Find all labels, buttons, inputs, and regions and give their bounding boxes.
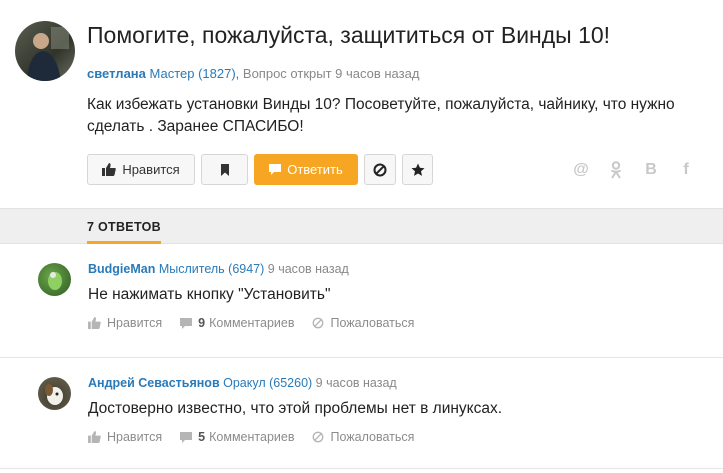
block-icon	[313, 317, 324, 329]
answer-text: Достоверно известно, что этой проблемы н…	[88, 400, 503, 417]
bookmark-button[interactable]	[201, 154, 248, 185]
bookmark-icon	[220, 163, 230, 176]
thumbs-up-icon	[88, 317, 101, 329]
answer-author[interactable]: BudgieMan	[88, 262, 155, 276]
question-status: Вопрос открыт 9 часов назад	[242, 66, 420, 81]
question-body: Как избежать установки Винды 10? Посовет…	[87, 96, 675, 135]
comment-icon	[180, 317, 193, 329]
answer-time: 9 часов назад	[315, 376, 397, 390]
author-name[interactable]: светлана	[87, 66, 146, 81]
report-label: Пожаловаться	[330, 430, 415, 444]
answer-label: Ответить	[287, 162, 343, 177]
answer-actions: Нравится 5 Комментариев Пожаловаться	[88, 430, 432, 444]
answer-text: Не нажимать кнопку "Установить"	[88, 286, 331, 303]
block-icon	[313, 431, 324, 443]
comments-label: Комментариев	[209, 430, 295, 444]
like-button[interactable]: Нравится	[87, 154, 195, 185]
like-label: Нравится	[122, 162, 180, 177]
at-icon[interactable]: @	[571, 160, 591, 180]
vk-icon[interactable]: В	[641, 160, 661, 180]
answer-meta: BudgieMan Мыслитель (6947) 9 часов назад	[88, 262, 349, 276]
answer-rank[interactable]: Мыслитель (6947)	[159, 262, 264, 276]
comments-count: 9	[198, 316, 206, 330]
author-rank[interactable]: Мастер (1827),	[150, 66, 240, 81]
answer-like-label: Нравится	[107, 316, 163, 330]
odnoklassniki-icon[interactable]	[606, 160, 626, 180]
comments-count: 5	[198, 430, 206, 444]
answer-like-button[interactable]: Нравится	[88, 316, 162, 330]
answer-avatar[interactable]	[38, 377, 71, 410]
answer-report-button[interactable]: Пожаловаться	[312, 316, 414, 330]
answer-comments-button[interactable]: 9 Комментариев	[180, 316, 294, 330]
report-label: Пожаловаться	[330, 316, 415, 330]
avatar-photo-icon	[27, 27, 69, 81]
answer-rank[interactable]: Оракул (65260)	[223, 376, 312, 390]
favorite-button[interactable]	[402, 154, 433, 185]
answer-like-button[interactable]: Нравится	[88, 430, 162, 444]
tab-active-indicator	[87, 241, 161, 244]
answer-divider	[0, 468, 723, 469]
answer-button[interactable]: Ответить	[254, 154, 358, 185]
thumbs-up-icon	[102, 163, 117, 176]
answer-avatar[interactable]	[38, 263, 71, 296]
answer-author[interactable]: Андрей Севастьянов	[88, 376, 220, 390]
comment-icon	[180, 431, 193, 443]
thumbs-up-icon	[88, 431, 101, 443]
answers-tabbar: 7 ОТВЕТОВ	[0, 208, 723, 244]
answer-divider	[0, 357, 723, 358]
comments-label: Комментариев	[209, 316, 295, 330]
block-icon	[373, 163, 387, 177]
answer-time: 9 часов назад	[267, 262, 349, 276]
answer-meta: Андрей Севастьянов Оракул (65260) 9 часо…	[88, 376, 397, 390]
answer-comments-button[interactable]: 5 Комментариев	[180, 430, 294, 444]
parrot-icon	[48, 272, 62, 290]
question-title: Помогите, пожалуйста, защититься от Винд…	[87, 22, 611, 48]
answer-like-label: Нравится	[107, 430, 163, 444]
block-button[interactable]	[364, 154, 396, 185]
comment-icon	[269, 164, 282, 175]
star-icon	[411, 163, 425, 177]
answer-actions: Нравится 9 Комментариев Пожаловаться	[88, 316, 432, 330]
question-meta: светлана Мастер (1827), Вопрос открыт 9 …	[87, 66, 419, 81]
author-avatar[interactable]	[15, 21, 75, 81]
answer-report-button[interactable]: Пожаловаться	[312, 430, 414, 444]
facebook-icon[interactable]: f	[676, 160, 696, 180]
tab-answers[interactable]: 7 ОТВЕТОВ	[87, 220, 161, 234]
dog-icon	[45, 384, 63, 405]
